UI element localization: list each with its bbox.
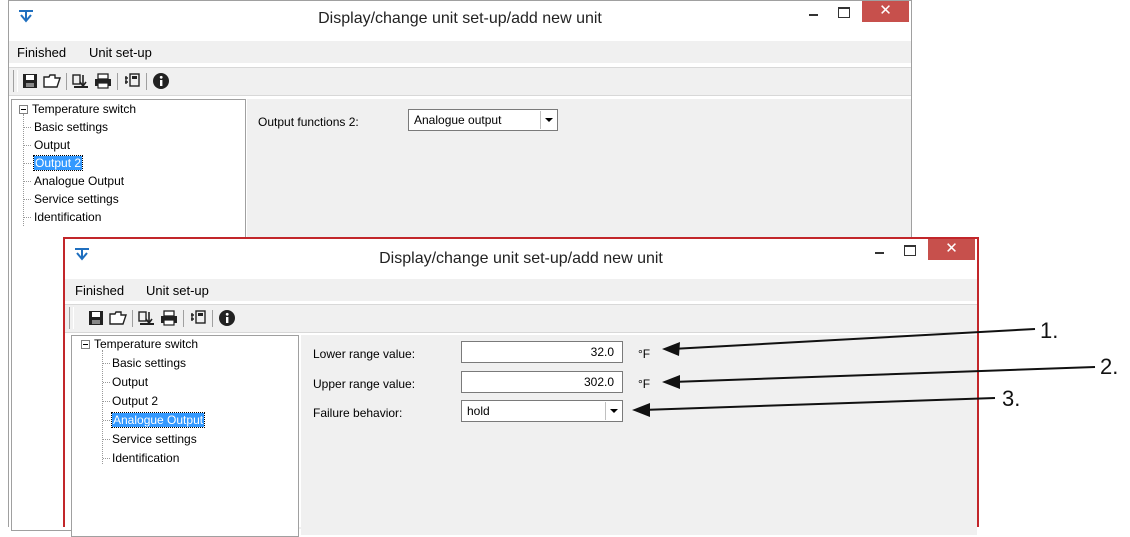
callout-label-3: 3. xyxy=(1002,386,1021,411)
menu-unit-setup[interactable]: Unit set-up xyxy=(89,45,152,60)
output-functions-select[interactable]: Analogue output xyxy=(408,109,558,131)
lower-range-value: 32.0 xyxy=(590,345,614,359)
tree-item-analogue-output[interactable]: Analogue Output xyxy=(110,411,206,429)
connect-icon[interactable] xyxy=(189,309,207,327)
tree-item-service-settings[interactable]: Service settings xyxy=(34,190,119,208)
tree-root[interactable]: Temperature switch xyxy=(32,100,136,118)
close-button[interactable]: ✕ xyxy=(928,239,975,260)
chevron-down-icon[interactable] xyxy=(540,111,556,129)
settings-panel: Lower range value: 32.0 °F Upper range v… xyxy=(301,335,977,535)
callout-label-1: 1. xyxy=(1040,318,1059,343)
lower-range-unit: °F xyxy=(638,347,651,361)
menu-bar: Finished Unit set-up xyxy=(65,279,977,301)
upper-range-input[interactable]: 302.0 xyxy=(461,371,623,393)
info-icon[interactable] xyxy=(218,309,236,327)
tree-item-identification[interactable]: Identification xyxy=(34,208,101,226)
tree-item-service-settings[interactable]: Service settings xyxy=(112,430,197,448)
download-icon[interactable] xyxy=(72,72,90,90)
selected-label: Analogue Output xyxy=(110,412,206,428)
info-icon[interactable] xyxy=(152,72,170,90)
maximize-icon[interactable] xyxy=(894,239,924,261)
tree-view: Temperature switch Basic settings Output… xyxy=(71,335,299,537)
tree-item-output[interactable]: Output xyxy=(34,136,70,154)
menu-finished[interactable]: Finished xyxy=(75,283,124,298)
menu-unit-setup[interactable]: Unit set-up xyxy=(146,283,209,298)
save-icon[interactable] xyxy=(21,72,39,90)
maximize-icon[interactable] xyxy=(828,1,858,23)
toolbar xyxy=(65,304,977,333)
minimize-icon[interactable] xyxy=(798,1,828,23)
download-icon[interactable] xyxy=(138,309,156,327)
menu-bar: Finished Unit set-up xyxy=(9,41,911,63)
failure-behavior-select[interactable]: hold xyxy=(461,400,623,422)
toolbar-grip[interactable] xyxy=(69,307,74,329)
toolbar-grip[interactable] xyxy=(13,70,18,92)
tree-item-analogue-output[interactable]: Analogue Output xyxy=(34,172,124,190)
failure-behavior-value: hold xyxy=(467,404,490,418)
print-icon[interactable] xyxy=(160,309,178,327)
window-title: Display/change unit set-up/add new unit xyxy=(379,250,663,267)
window-title: Display/change unit set-up/add new unit xyxy=(318,10,602,27)
print-icon[interactable] xyxy=(94,72,112,90)
save-icon[interactable] xyxy=(87,309,105,327)
chevron-down-icon[interactable] xyxy=(605,402,621,420)
output-functions-label: Output functions 2: xyxy=(258,115,359,129)
open-folder-icon[interactable] xyxy=(43,72,61,90)
close-button[interactable]: ✕ xyxy=(862,1,909,22)
collapse-toggle[interactable] xyxy=(19,105,28,114)
selected-label: Output 2 xyxy=(32,155,84,171)
upper-range-unit: °F xyxy=(638,377,651,391)
callout-label-2: 2. xyxy=(1100,354,1119,379)
tree-root[interactable]: Temperature switch xyxy=(94,335,198,353)
foreground-window: Display/change unit set-up/add new unit … xyxy=(63,237,979,537)
toolbar xyxy=(9,67,911,96)
tree-item-identification[interactable]: Identification xyxy=(112,449,179,467)
failure-behavior-label: Failure behavior: xyxy=(313,406,403,420)
minimize-icon[interactable] xyxy=(864,239,894,261)
upper-range-label: Upper range value: xyxy=(313,377,416,391)
tree-item-output-2[interactable]: Output 2 xyxy=(112,392,158,410)
upper-range-value: 302.0 xyxy=(583,375,614,389)
title-bar: Display/change unit set-up/add new unit … xyxy=(9,1,911,37)
tree-item-output[interactable]: Output xyxy=(112,373,148,391)
tree-item-output-2[interactable]: Output 2 xyxy=(32,154,84,172)
open-folder-icon[interactable] xyxy=(109,309,127,327)
lower-range-input[interactable]: 32.0 xyxy=(461,341,623,363)
output-functions-value: Analogue output xyxy=(414,113,502,127)
tree-item-basic-settings[interactable]: Basic settings xyxy=(112,354,186,372)
lower-range-label: Lower range value: xyxy=(313,347,416,361)
collapse-toggle[interactable] xyxy=(81,340,90,349)
menu-finished[interactable]: Finished xyxy=(17,45,66,60)
connect-icon[interactable] xyxy=(123,72,141,90)
tree-item-basic-settings[interactable]: Basic settings xyxy=(34,118,108,136)
title-bar: Display/change unit set-up/add new unit … xyxy=(65,239,977,275)
